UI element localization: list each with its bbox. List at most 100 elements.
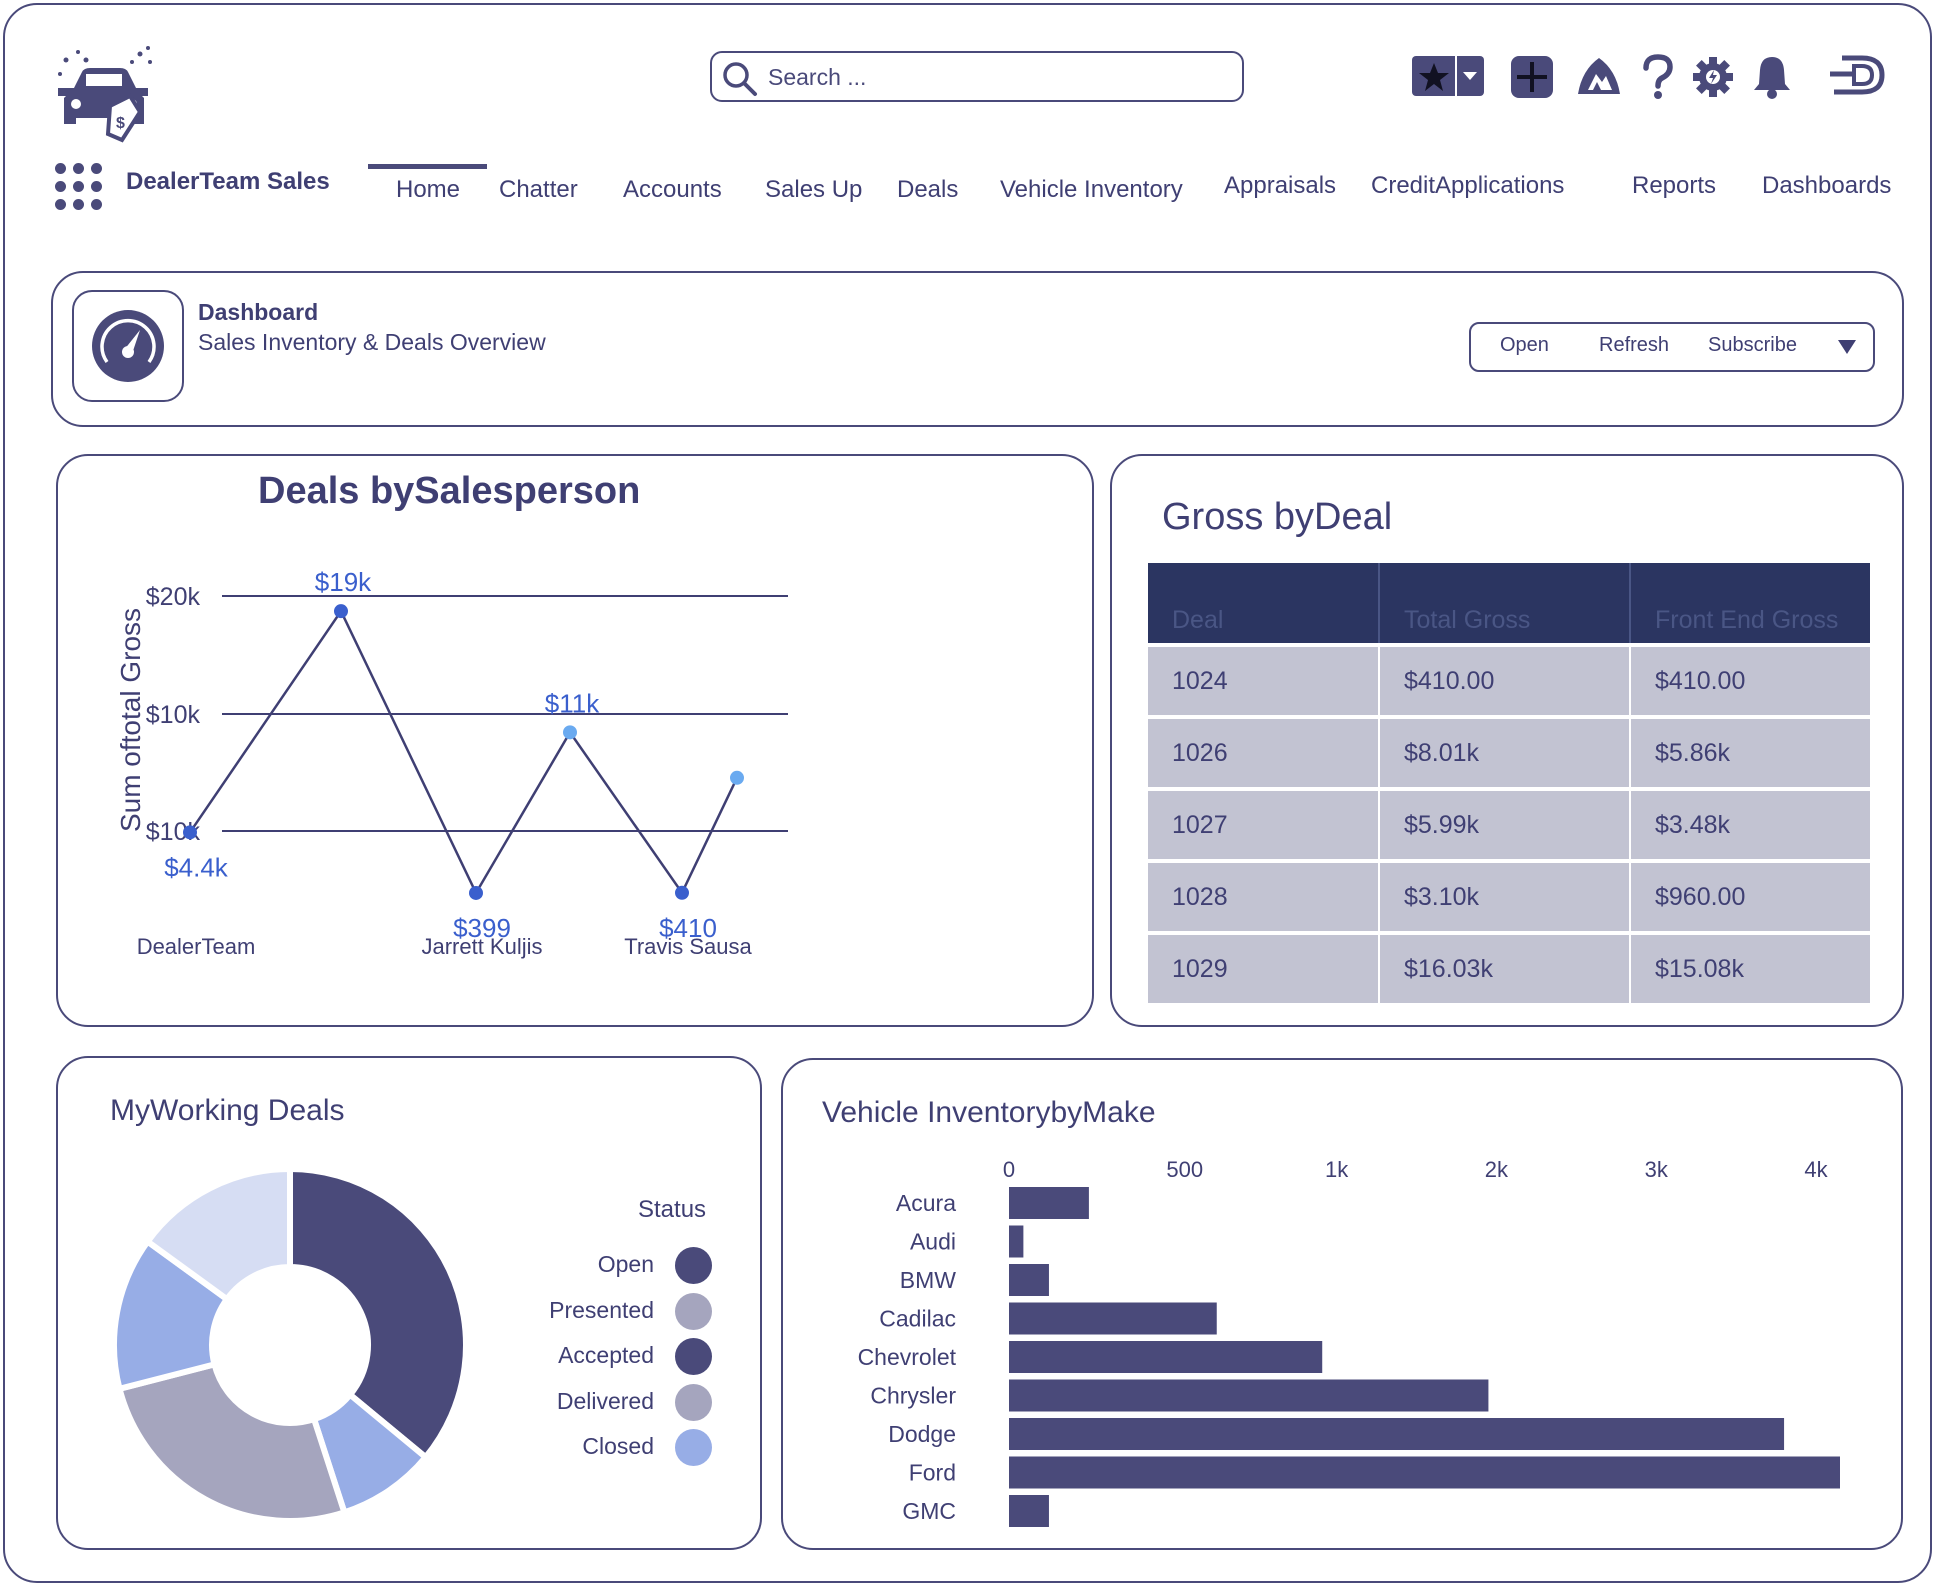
data-point [730,770,744,785]
cell-front-end-gross: $3.48k [1630,787,1870,861]
open-button[interactable]: Open [1500,334,1549,357]
nav-reports[interactable]: Reports [1632,172,1716,200]
y-tick-label: BMW [900,1267,957,1293]
cell-total-gross: $3.10k [1379,859,1631,933]
gross-by-deal-table: Deal Total Gross Front End Gross 1024 $4… [1148,563,1870,1003]
table-row[interactable]: 1024 $410.00 $410.00 [1148,643,1870,717]
cell-total-gross: $410.00 [1379,643,1631,717]
legend-swatch [675,1292,712,1330]
my-working-deals-title: MyWorking Deals [110,1094,345,1127]
x-tick-label: 4k [1804,1157,1828,1182]
table-row[interactable]: 1026 $8.01k $5.86k [1148,715,1870,789]
bar [1009,1225,1024,1258]
setup-gear-icon[interactable] [1692,56,1734,98]
x-tick-label: Travis Sausa [624,934,752,959]
legend-swatch [675,1247,712,1284]
nav-home[interactable]: Home [396,176,460,204]
x-tick-label: 500 [1166,1157,1203,1182]
cell-total-gross: $8.01k [1379,715,1631,789]
table-row[interactable]: 1029 $16.03k $15.08k [1148,931,1870,1003]
add-icon[interactable] [1511,56,1553,98]
y-tick-label: Chrysler [870,1383,956,1409]
table-header-row: Deal Total Gross Front End Gross [1148,563,1870,645]
bar [1009,1495,1049,1527]
bar [1009,1302,1217,1335]
y-tick-label: Chevrolet [858,1344,957,1370]
column-header-deal[interactable]: Deal [1148,563,1380,645]
cell-deal: 1028 [1148,859,1380,933]
legend-swatch [675,1383,712,1421]
nav-active-indicator [368,164,487,169]
data-label: $4.4k [164,852,229,882]
bar [1009,1418,1785,1450]
bar [1009,1456,1840,1489]
bar [1009,1379,1489,1412]
data-point [334,604,348,619]
search-input[interactable] [766,61,1230,93]
x-tick-label: 3k [1645,1157,1669,1182]
legend-label: Open [597,1251,654,1277]
deals-by-salesperson-chart: Sum oftotal Gross $20k$10k$10k $4.4k$19k… [115,567,788,959]
table-row[interactable]: 1027 $5.99k $3.48k [1148,787,1870,861]
cell-total-gross: $16.03k [1379,931,1631,1003]
more-actions-caret-icon[interactable] [1837,339,1857,355]
legend-label: Delivered [556,1387,654,1414]
legend-swatch [675,1338,712,1375]
nav-chatter[interactable]: Chatter [499,176,578,204]
dashboard-label: Dashboard [198,299,319,325]
cell-total-gross: $5.99k [1379,787,1631,861]
data-point [675,885,689,900]
dashboard-icon-tile [72,290,184,402]
x-tick-label: 0 [1003,1157,1015,1182]
cell-deal: 1024 [1148,643,1380,717]
help-icon[interactable] [1641,54,1675,100]
bar [1009,1341,1323,1373]
dashboard-subtitle: Sales Inventory & Deals Overview [198,329,546,355]
app-name: DealerTeam Sales [126,168,330,195]
search-box[interactable] [710,51,1244,102]
y-tick-label: Dodge [888,1421,956,1447]
vehicle-inventory-title: Vehicle InventorybyMake [822,1096,1156,1129]
bar [1009,1264,1049,1296]
y-tick-label: Acura [896,1190,956,1216]
cell-deal: 1027 [1148,787,1380,861]
y-tick-label: Ford [909,1460,956,1486]
y-tick-label: Audi [910,1229,956,1255]
favorites-button[interactable] [1412,56,1484,96]
nav-dashboards[interactable]: Dashboards [1762,172,1891,200]
cell-deal: 1026 [1148,715,1380,789]
data-label: $19k [315,567,372,597]
data-point [183,825,197,840]
y-tick-label: Cadilac [879,1306,956,1332]
column-header-front-end-gross[interactable]: Front End Gross [1630,563,1870,645]
column-header-total-gross[interactable]: Total Gross [1379,563,1631,645]
app-launcher-icon[interactable] [55,163,105,213]
notifications-bell-icon[interactable] [1752,54,1792,100]
nav-credit-applications[interactable]: CreditApplications [1371,172,1564,200]
nav-appraisals[interactable]: Appraisals [1224,172,1336,200]
table-row[interactable]: 1028 $3.10k $960.00 [1148,859,1870,933]
nav-sales-up[interactable]: Sales Up [765,176,862,204]
speedometer-icon [92,310,164,382]
y-tick-label: $20k [146,583,201,611]
vehicle-inventory-bar-chart: 0 500 1k 2k 3k 4k Acura Audi BMW Cadilac Chevrolet… [858,1157,1840,1527]
y-axis-label: Sum oftotal Gross [115,608,146,832]
y-tick-label: GMC [902,1498,956,1524]
cell-front-end-gross: $410.00 [1630,643,1870,717]
cell-front-end-gross: $15.08k [1630,931,1870,1003]
subscribe-button[interactable]: Subscribe [1708,334,1797,357]
legend-label: Accepted [558,1342,654,1368]
deals-by-salesperson-title: Deals bySalesperson [258,470,641,512]
refresh-button[interactable]: Refresh [1599,334,1669,357]
nav-deals[interactable]: Deals [897,176,958,204]
nav-vehicle-inventory[interactable]: Vehicle Inventory [1000,176,1183,204]
search-icon [723,62,757,96]
trailhead-icon[interactable] [1576,56,1622,98]
cell-deal: 1029 [1148,931,1380,1003]
nav-accounts[interactable]: Accounts [623,176,722,204]
bar [1009,1187,1089,1219]
donut-slice [115,1360,349,1524]
legend-label: Presented [549,1296,654,1323]
y-tick-label: $10k [146,701,201,729]
dealerteam-logo-icon[interactable] [1826,52,1888,98]
